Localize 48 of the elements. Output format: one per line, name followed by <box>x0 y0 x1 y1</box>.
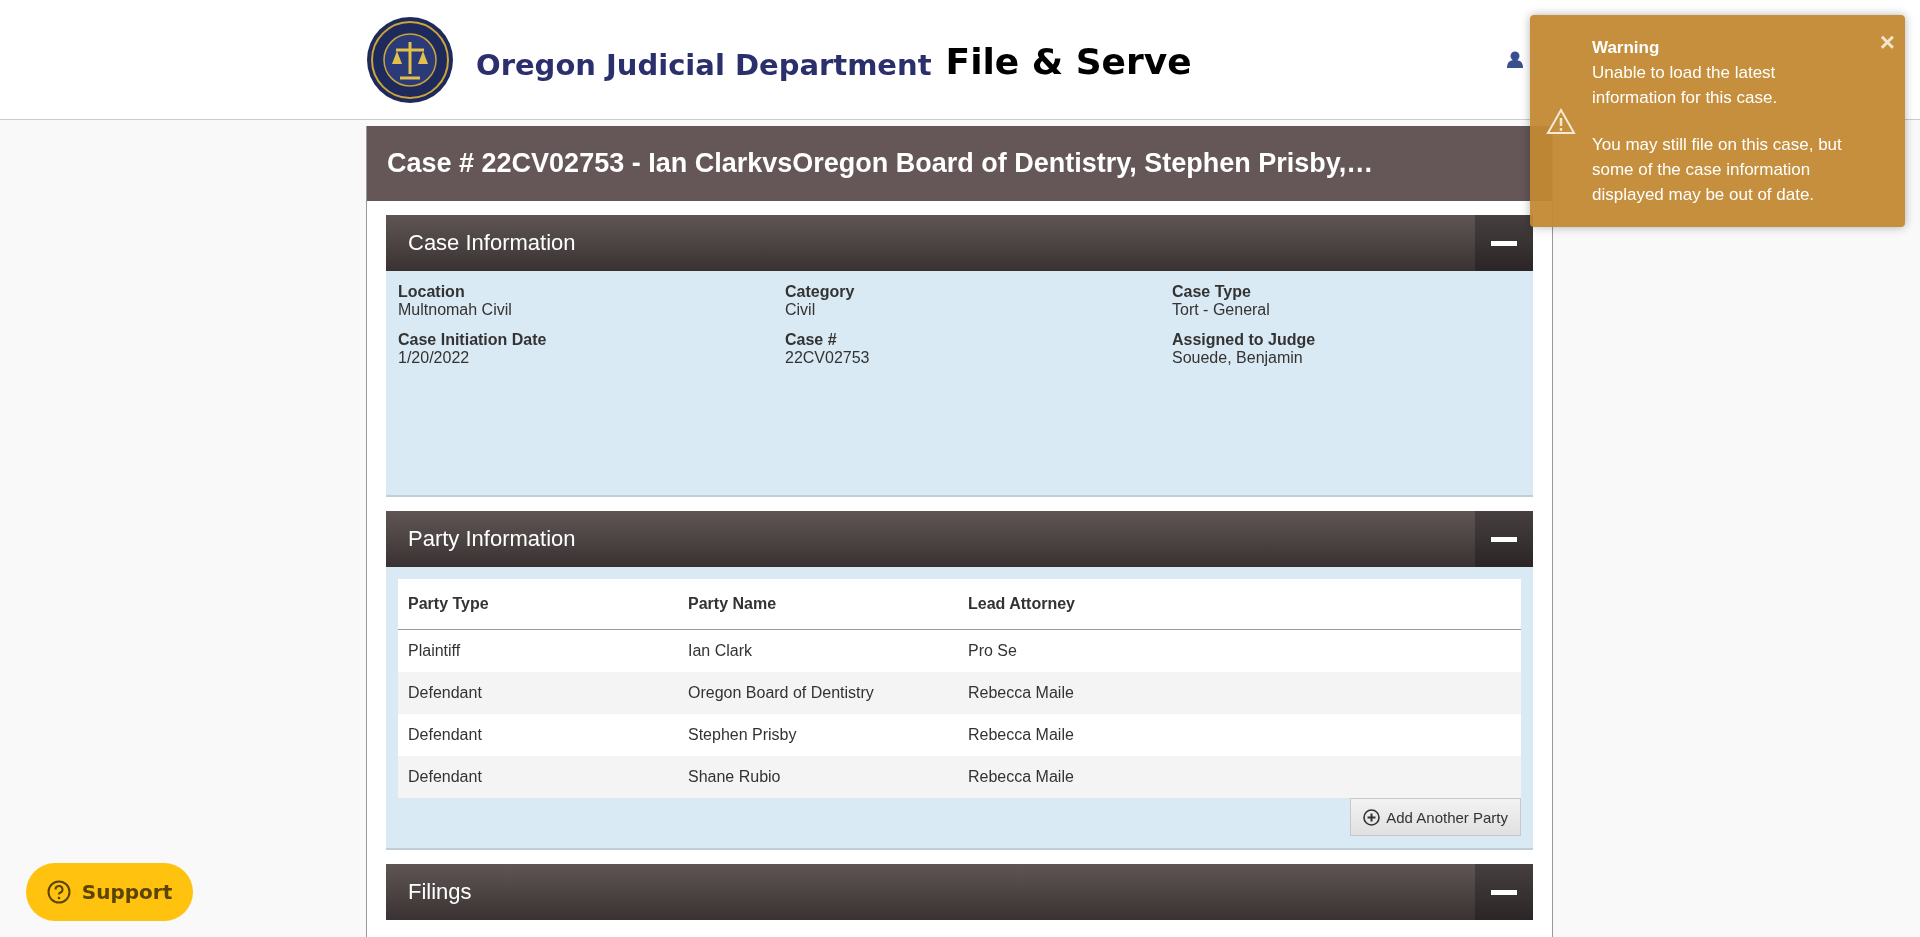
column-header: Party Type <box>408 595 490 613</box>
section-title: Party Information <box>407 526 576 552</box>
toast-message: Unable to load the latest information for this case. <box>1592 63 1778 107</box>
collapse-button[interactable] <box>1475 215 1533 271</box>
field-value: Civil <box>785 301 817 319</box>
collapse-button[interactable] <box>1475 511 1533 567</box>
table-cell-text: Oregon Board of Dentistry <box>688 684 875 702</box>
field-label: Category <box>785 283 856 301</box>
plus-circle-icon <box>1363 808 1381 826</box>
toast-message: You may still file on this case, but some of the case information displayed may be out of date. <box>1592 134 1843 206</box>
field-label: Case Type <box>1172 283 1252 301</box>
table-cell-text: Defendant <box>408 684 483 702</box>
user-icon[interactable] <box>1507 51 1523 68</box>
collapse-button[interactable] <box>1475 864 1533 920</box>
support-button[interactable]: Support <box>26 863 193 921</box>
table-cell-text: Rebecca Maile <box>968 684 1075 702</box>
add-party-button[interactable]: Add Another Party <box>1350 798 1521 836</box>
table-cell-text: Rebecca Maile <box>968 768 1075 786</box>
toast-title: Warning <box>1592 37 1661 59</box>
section-title: Filings <box>407 879 472 905</box>
column-header: Party Name <box>688 595 778 613</box>
column-header: Lead Attorney <box>968 595 1076 613</box>
help-icon <box>46 880 71 904</box>
table-cell-text: Defendant <box>408 768 483 786</box>
field-label: Case Initiation Date <box>398 331 548 349</box>
section-title: Case Information <box>407 230 576 256</box>
collapse-icon <box>1491 536 1517 542</box>
warning-icon <box>1546 107 1576 135</box>
table-cell-text: Stephen Prisby <box>688 726 798 744</box>
field-label: Case # <box>785 331 838 349</box>
field-value: Souede, Benjamin <box>1172 349 1304 367</box>
table-cell-text: Shane Rubio <box>688 768 782 786</box>
table-cell-text: Plaintiff <box>408 642 462 660</box>
table-cell-text: Rebecca Maile <box>968 726 1075 744</box>
brand-title: Oregon Judicial Department <box>476 47 932 82</box>
field-value: 22CV02753 <box>785 349 871 367</box>
seal-logo-icon <box>366 15 454 104</box>
field-value: Multnomah Civil <box>398 301 513 319</box>
product-title: File & Serve <box>945 41 1192 82</box>
table-cell-text: Ian Clark <box>688 642 754 660</box>
field-label: Location <box>398 283 466 301</box>
field-value: 1/20/2022 <box>398 349 471 367</box>
field-value: Tort - General <box>1172 301 1271 319</box>
collapse-icon <box>1491 240 1517 246</box>
collapse-icon <box>1491 889 1517 895</box>
field-label: Assigned to Judge <box>1172 331 1317 349</box>
table-cell-text: Pro Se <box>968 642 1018 660</box>
table-cell-text: Defendant <box>408 726 483 744</box>
